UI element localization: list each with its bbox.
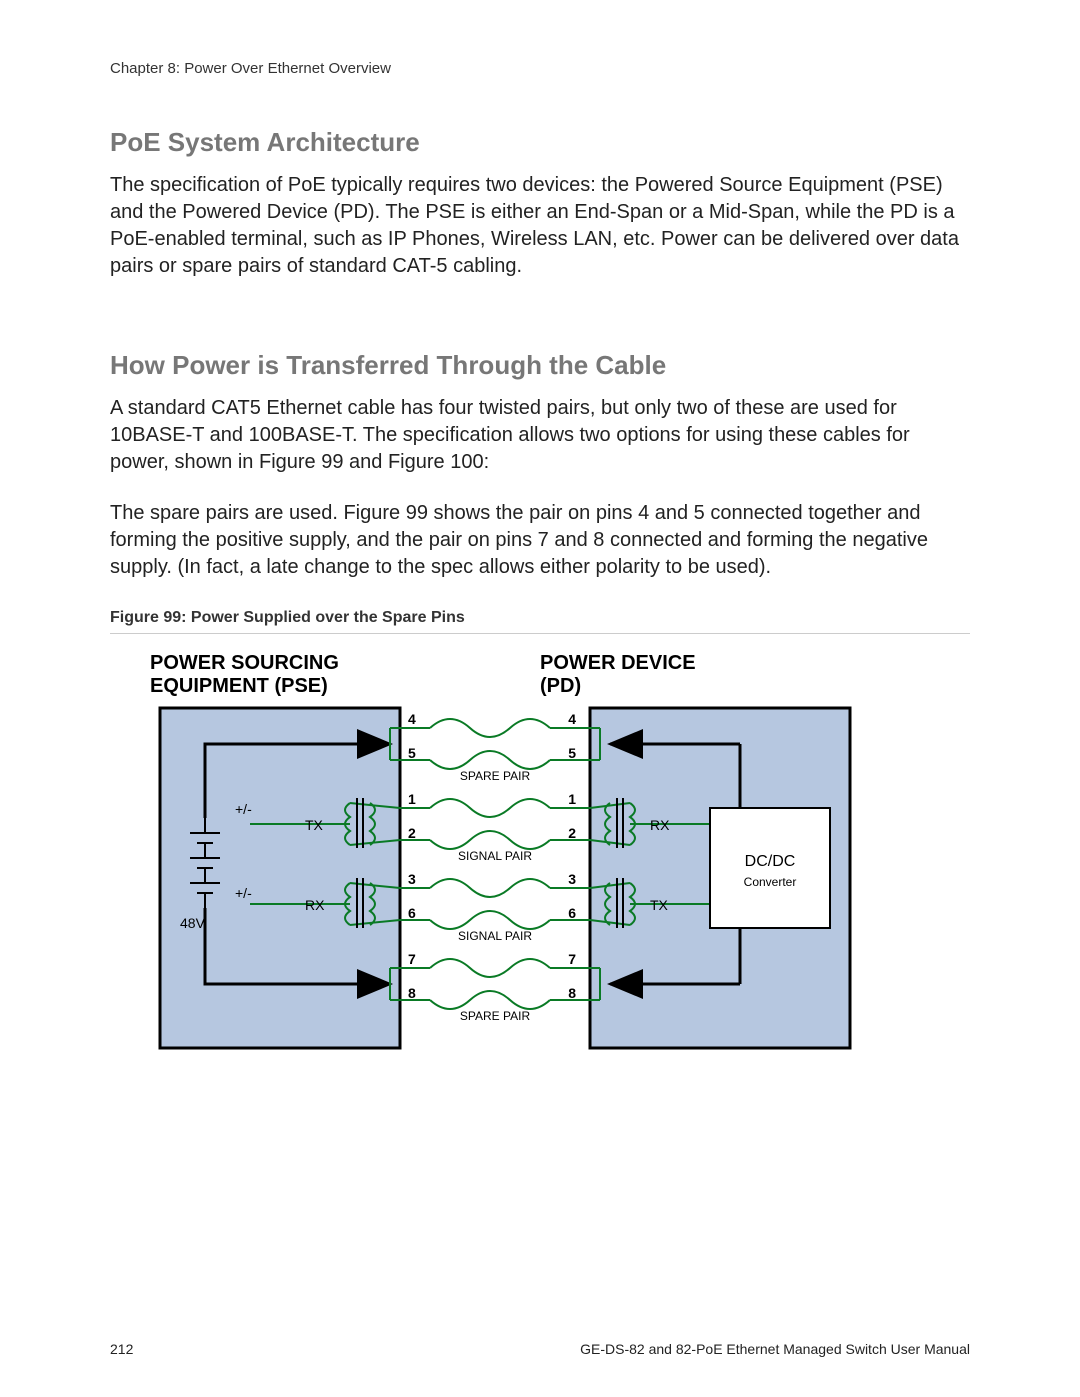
section1-p1: The specification of PoE typically requi…	[110, 172, 970, 280]
svg-text:2: 2	[568, 825, 576, 841]
svg-text:4: 4	[408, 711, 416, 727]
svg-text:RX: RX	[650, 817, 670, 833]
pd-title-line2: (PD)	[540, 675, 581, 697]
svg-text:RX: RX	[305, 897, 325, 913]
section2-p1: A standard CAT5 Ethernet cable has four …	[110, 395, 970, 476]
svg-text:4: 4	[568, 711, 576, 727]
pse-title-line2: EQUIPMENT (PSE)	[150, 675, 328, 697]
svg-text:7: 7	[568, 951, 576, 967]
svg-text:7: 7	[408, 951, 416, 967]
page-number: 212	[110, 1341, 133, 1357]
svg-text:2: 2	[408, 825, 416, 841]
svg-text:8: 8	[568, 985, 576, 1001]
section1-title: PoE System Architecture	[110, 127, 970, 158]
doc-title-footer: GE-DS-82 and 82-PoE Ethernet Managed Swi…	[580, 1341, 970, 1357]
svg-text:5: 5	[568, 745, 576, 761]
figure-caption: Figure 99: Power Supplied over the Spare…	[110, 609, 970, 634]
section2-title: How Power is Transferred Through the Cab…	[110, 350, 970, 381]
svg-text:1: 1	[408, 791, 416, 807]
svg-text:48V: 48V	[180, 915, 206, 931]
svg-text:3: 3	[568, 871, 576, 887]
svg-text:Converter: Converter	[744, 875, 797, 889]
svg-text:SIGNAL PAIR: SIGNAL PAIR	[458, 849, 532, 863]
svg-text:8: 8	[408, 985, 416, 1001]
svg-text:TX: TX	[650, 897, 669, 913]
chapter-header: Chapter 8: Power Over Ethernet Overview	[110, 60, 970, 77]
svg-text:TX: TX	[305, 817, 324, 833]
svg-text:6: 6	[408, 905, 416, 921]
svg-text:1: 1	[568, 791, 576, 807]
diagram-svg: 4 5 1 2 3 6 7 8 4 5 1 2 3 6 7 8	[150, 698, 860, 1068]
poe-diagram: POWER SOURCING EQUIPMENT (PSE) POWER DEV…	[150, 652, 970, 1068]
svg-text:DC/DC: DC/DC	[745, 853, 796, 870]
svg-text:SPARE PAIR: SPARE PAIR	[460, 1009, 531, 1023]
pd-title-line1: POWER DEVICE	[540, 652, 696, 674]
section2-p2: The spare pairs are used. Figure 99 show…	[110, 500, 970, 581]
svg-text:5: 5	[408, 745, 416, 761]
svg-text:3: 3	[408, 871, 416, 887]
svg-text:SIGNAL PAIR: SIGNAL PAIR	[458, 929, 532, 943]
pse-title-line1: POWER SOURCING	[150, 652, 339, 674]
svg-text:+/-: +/-	[235, 801, 252, 817]
svg-text:+/-: +/-	[235, 885, 252, 901]
svg-text:6: 6	[568, 905, 576, 921]
svg-text:SPARE PAIR: SPARE PAIR	[460, 769, 531, 783]
